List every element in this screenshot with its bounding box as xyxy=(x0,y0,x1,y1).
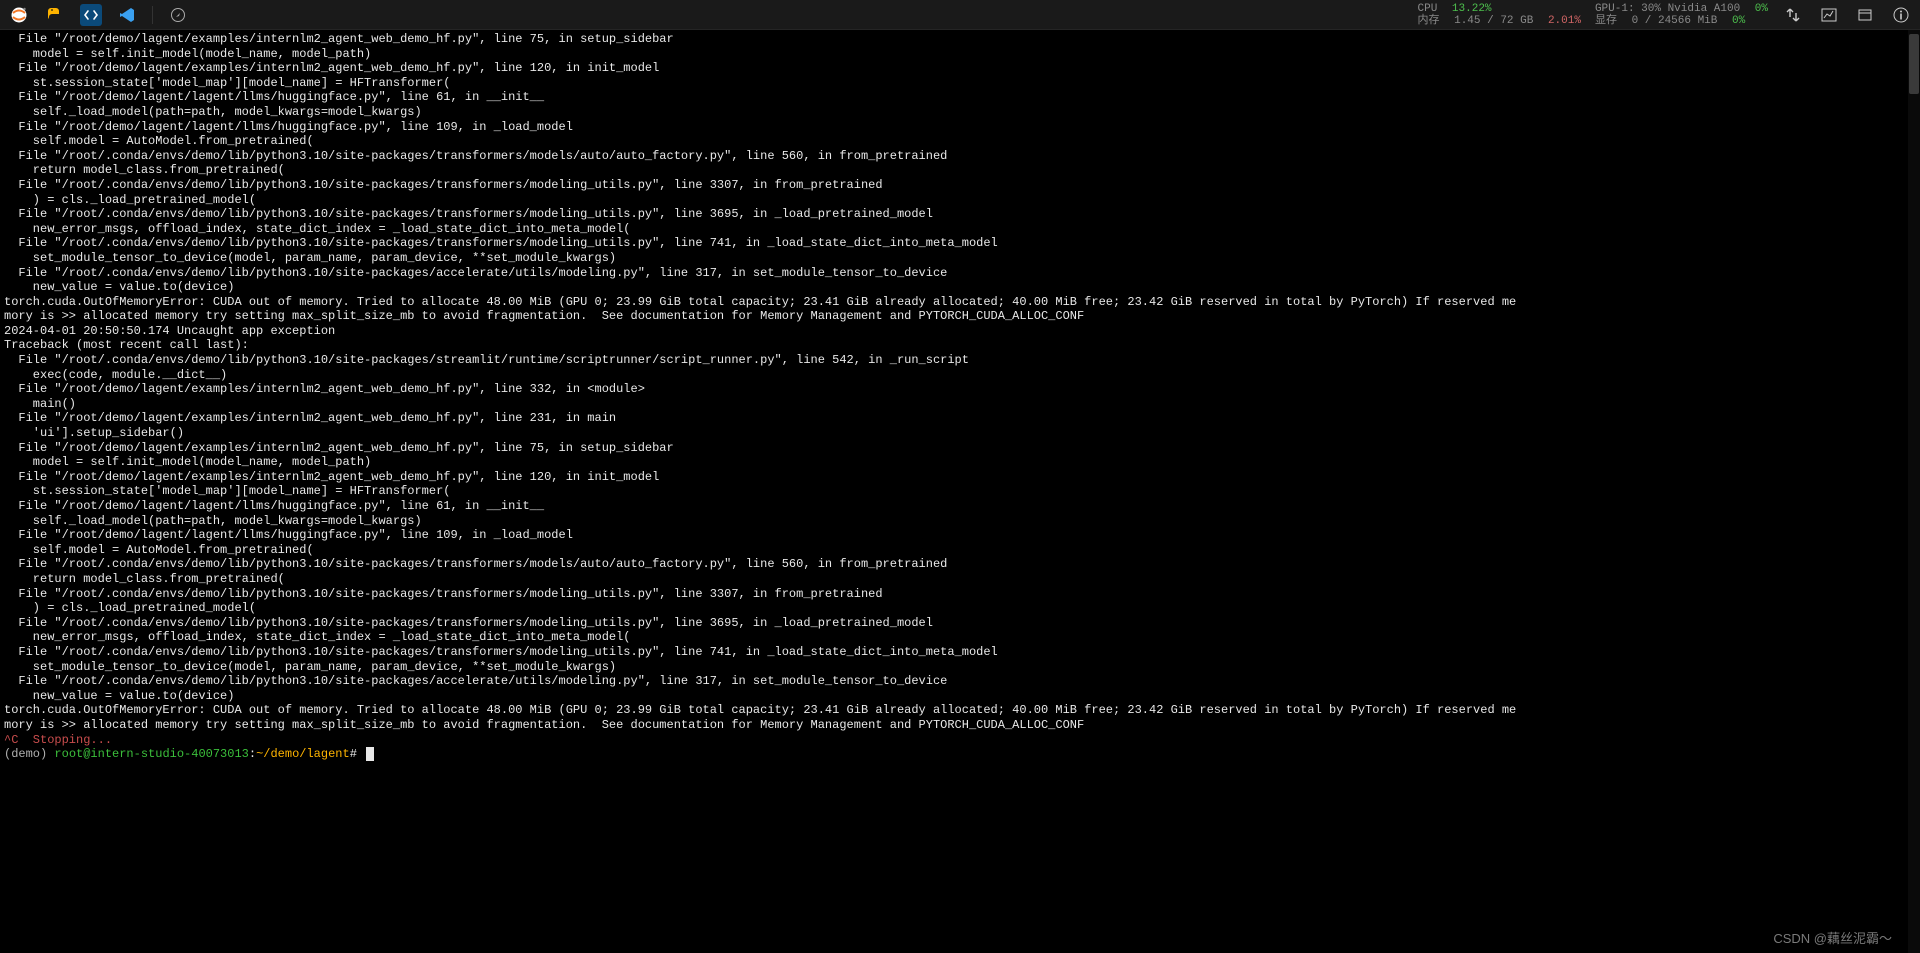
box-icon[interactable] xyxy=(1854,4,1876,26)
cursor xyxy=(366,747,374,761)
gpu-label: GPU-1: 30% Nvidia A100 xyxy=(1595,3,1740,15)
mem-label: 内存 xyxy=(1418,15,1440,27)
info-icon[interactable] xyxy=(1890,4,1912,26)
watermark: CSDN @藕丝泥霸～ xyxy=(1773,928,1892,947)
prompt-colon: : xyxy=(249,747,256,761)
scrollbar-thumb[interactable] xyxy=(1909,34,1919,94)
stopping-line: ^C Stopping... xyxy=(4,733,112,747)
arrows-icon[interactable] xyxy=(1782,4,1804,26)
mem-val: 1.45 / 72 GB xyxy=(1454,15,1533,27)
terminal-output[interactable]: File "/root/demo/lagent/examples/internl… xyxy=(0,30,1920,953)
compass-icon[interactable] xyxy=(167,4,189,26)
cpu-pct: 13.22% xyxy=(1452,3,1492,15)
scrollbar-track[interactable] xyxy=(1908,30,1920,953)
mem-pct: 2.01% xyxy=(1548,15,1581,27)
resource-stats: CPU 13.22% 内存 1.45 / 72 GB 2.01% GPU-1: … xyxy=(1418,3,1769,27)
vram-label: 显存 xyxy=(1595,15,1617,27)
gpu-stat: GPU-1: 30% Nvidia A100 0% 显存 0 / 24566 M… xyxy=(1595,3,1768,27)
python-icon[interactable] xyxy=(44,4,66,26)
traceback-block: File "/root/demo/lagent/examples/internl… xyxy=(4,32,1916,733)
prompt-user: root@intern-studio-40073013 xyxy=(54,747,248,761)
prompt-hash: # xyxy=(350,747,364,761)
prompt-env: (demo) xyxy=(4,747,54,761)
cpu-stat: CPU 13.22% 内存 1.45 / 72 GB 2.01% xyxy=(1418,3,1581,27)
toolbar-left xyxy=(8,4,189,26)
toolbar-right: CPU 13.22% 内存 1.45 / 72 GB 2.01% GPU-1: … xyxy=(1418,3,1913,27)
vram-pct: 0% xyxy=(1732,15,1745,27)
cpu-label: CPU xyxy=(1418,3,1438,15)
toolbar-separator xyxy=(152,6,153,24)
graph-icon[interactable] xyxy=(1818,4,1840,26)
gpu-pct: 0% xyxy=(1755,3,1768,15)
vram-val: 0 / 24566 MiB xyxy=(1632,15,1718,27)
vscode-icon[interactable] xyxy=(116,4,138,26)
toolbar: CPU 13.22% 内存 1.45 / 72 GB 2.01% GPU-1: … xyxy=(0,0,1920,30)
jupyter-icon[interactable] xyxy=(8,4,30,26)
code-icon[interactable] xyxy=(80,4,102,26)
prompt-path: ~/demo/lagent xyxy=(256,747,350,761)
